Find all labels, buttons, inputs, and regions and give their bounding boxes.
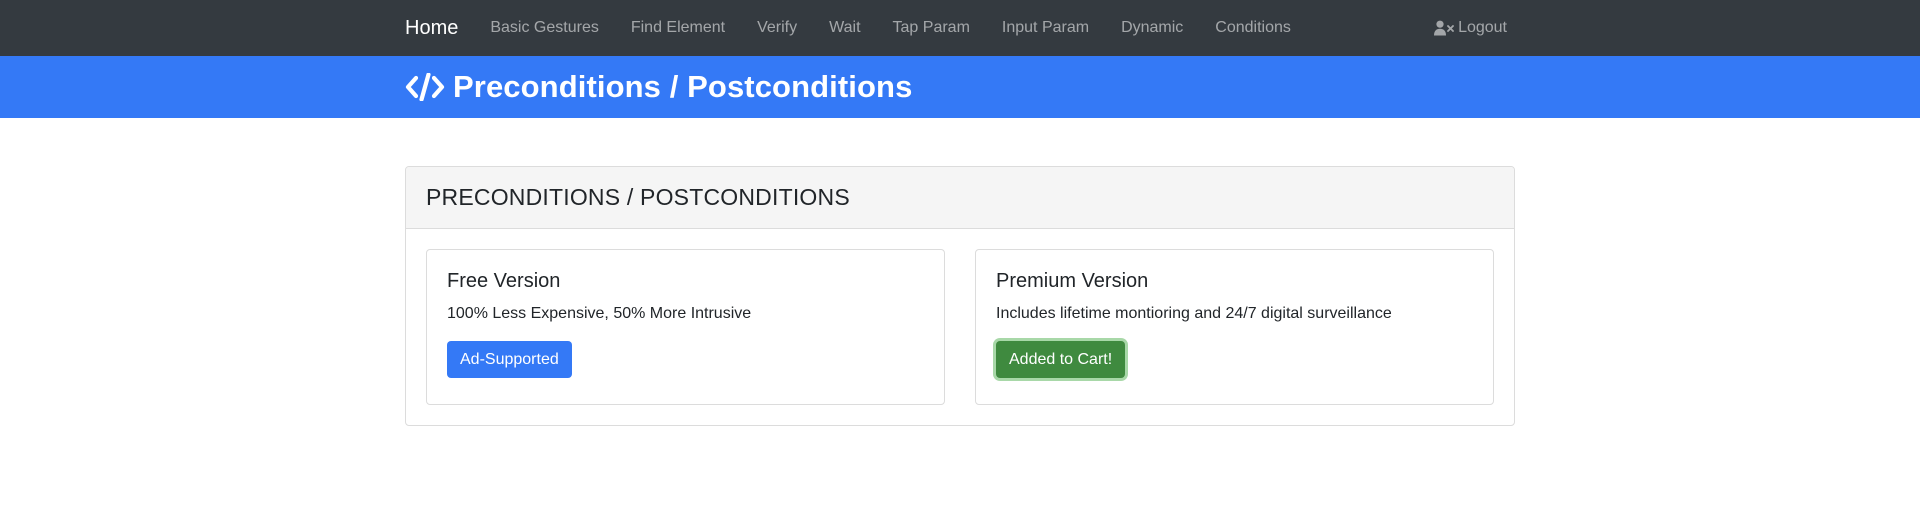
conditions-card: PRECONDITIONS / POSTCONDITIONS Free Vers… xyxy=(405,166,1515,426)
logout-link[interactable]: Logout xyxy=(1434,19,1507,37)
card-header: PRECONDITIONS / POSTCONDITIONS xyxy=(406,167,1514,229)
nav-link-wait[interactable]: Wait xyxy=(829,19,860,37)
free-version-title: Free Version xyxy=(447,270,561,292)
nav-home-link[interactable]: Home xyxy=(405,17,458,40)
free-version-card: Free Version 100% Less Expensive, 50% Mo… xyxy=(426,249,945,405)
nav-links: Basic Gestures Find Element Verify Wait … xyxy=(490,19,1434,37)
premium-version-description: Includes lifetime montioring and 24/7 di… xyxy=(996,305,1392,322)
card-header-title: PRECONDITIONS / POSTCONDITIONS xyxy=(426,184,850,210)
navbar-container: Home Basic Gestures Find Element Verify … xyxy=(405,0,1515,56)
premium-version-card: Premium Version Includes lifetime montio… xyxy=(975,249,1494,405)
top-navbar: Home Basic Gestures Find Element Verify … xyxy=(0,0,1920,56)
page-banner: Preconditions / Postconditions xyxy=(0,56,1920,118)
code-icon xyxy=(405,73,445,101)
page-title: Preconditions / Postconditions xyxy=(453,69,913,104)
premium-version-title: Premium Version xyxy=(996,270,1149,292)
nav-link-find-element[interactable]: Find Element xyxy=(631,19,725,37)
banner-container: Preconditions / Postconditions xyxy=(405,56,912,118)
nav-link-dynamic[interactable]: Dynamic xyxy=(1121,19,1183,37)
user-times-icon xyxy=(1434,20,1454,36)
free-version-description: 100% Less Expensive, 50% More Intrusive xyxy=(447,305,752,322)
nav-link-input-param[interactable]: Input Param xyxy=(1002,19,1089,37)
added-to-cart-button[interactable]: Added to Cart! xyxy=(996,341,1126,378)
nav-link-verify[interactable]: Verify xyxy=(757,19,797,37)
nav-link-basic-gestures[interactable]: Basic Gestures xyxy=(490,19,598,37)
nav-link-tap-param[interactable]: Tap Param xyxy=(893,19,970,37)
nav-link-conditions[interactable]: Conditions xyxy=(1215,19,1291,37)
ad-supported-button[interactable]: Ad-Supported xyxy=(447,341,572,378)
logout-label: Logout xyxy=(1458,19,1507,36)
